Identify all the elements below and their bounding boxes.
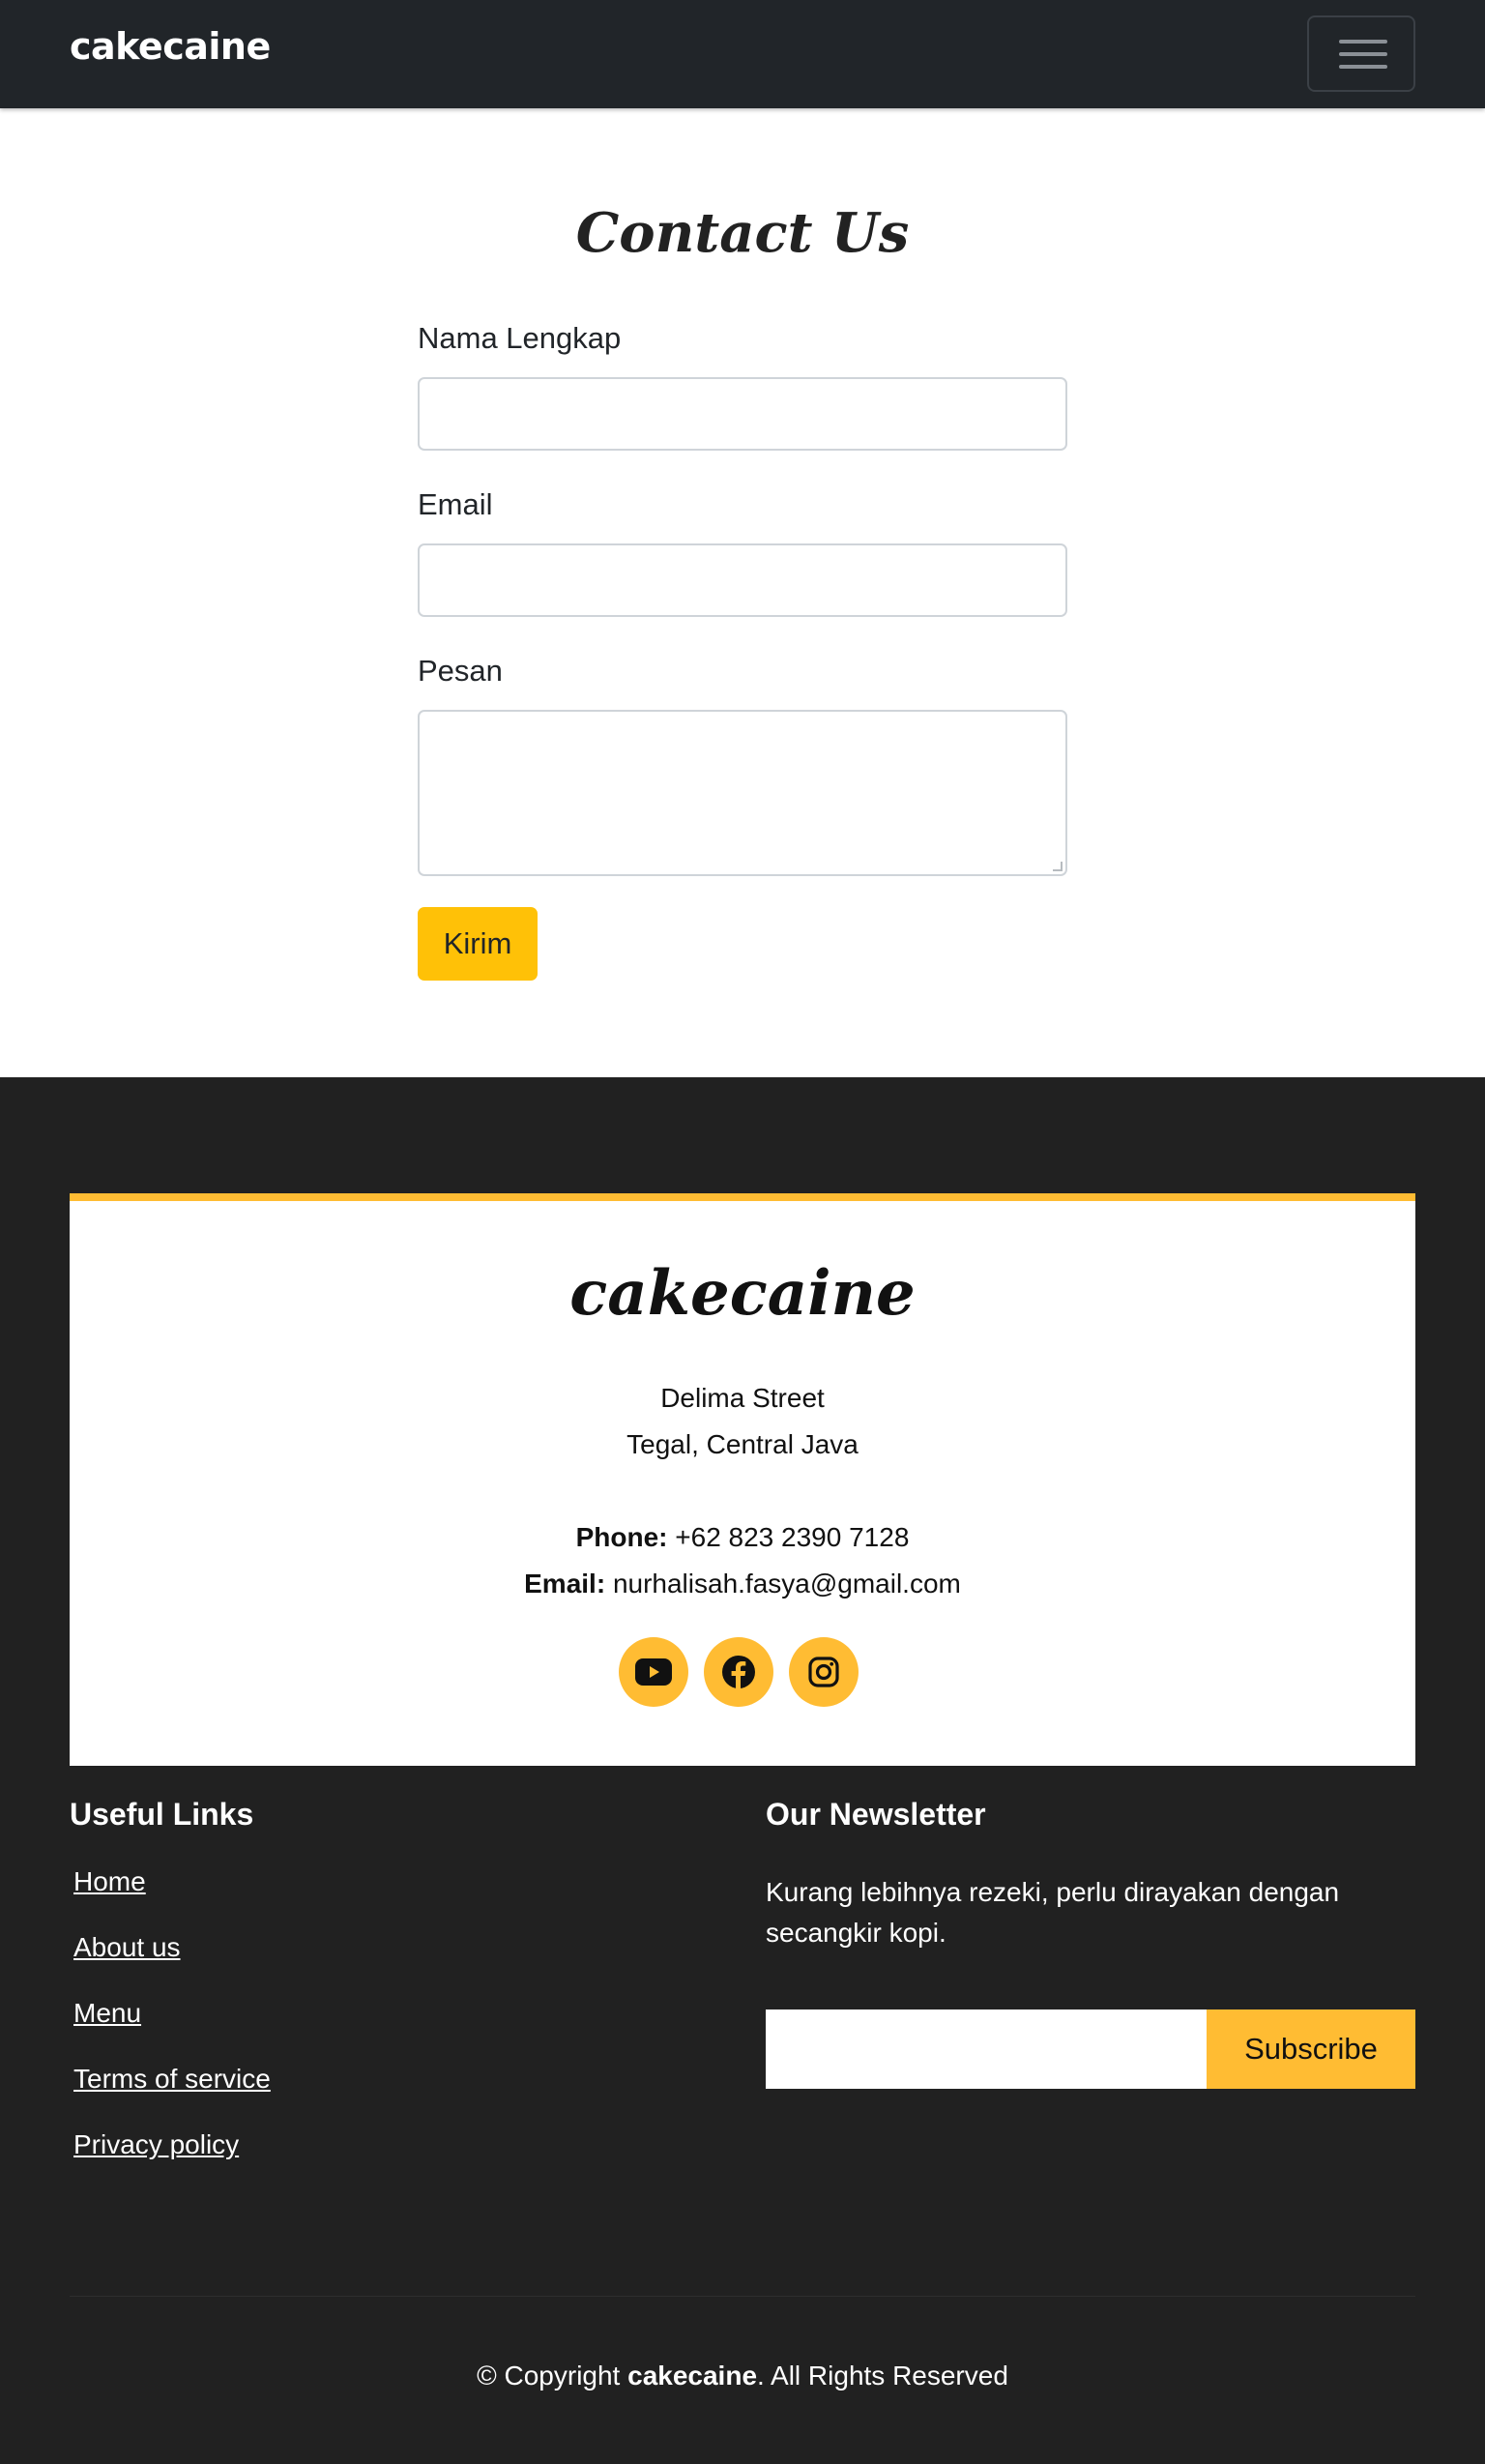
youtube-icon (635, 1658, 672, 1686)
social-links (619, 1637, 859, 1707)
name-label: Nama Lengkap (418, 321, 622, 355)
copyright-brand: cakecaine (627, 2361, 758, 2391)
footer-link-about[interactable]: About us (73, 1932, 181, 1963)
footer-link-privacy[interactable]: Privacy policy (73, 2129, 239, 2160)
youtube-link[interactable] (619, 1637, 688, 1707)
copyright-prefix: © Copyright (477, 2361, 628, 2391)
contact-title: Contact Us (575, 201, 910, 265)
address-line-1: Delima Street (660, 1383, 825, 1413)
menu-toggle-button[interactable] (1307, 15, 1415, 92)
facebook-link[interactable] (704, 1637, 773, 1707)
phone-label: Phone: (575, 1522, 668, 1552)
instagram-link[interactable] (789, 1637, 859, 1707)
newsletter-email-input[interactable] (766, 2009, 1207, 2089)
newsletter-text: Kurang lebihnya rezeki, perlu dirayakan … (766, 1877, 1340, 1948)
instagram-icon (808, 1657, 839, 1687)
footer-divider (70, 2296, 1415, 2297)
facebook-icon (722, 1656, 755, 1689)
email-line: Email: nurhalisah.fasya@gmail.com (0, 1569, 1485, 1599)
email-label: Email (418, 487, 493, 521)
footer-logo: cakecaine (569, 1257, 916, 1330)
phone-value: +62 823 2390 7128 (675, 1522, 910, 1552)
newsletter-title: Our Newsletter (766, 1797, 986, 1832)
email-label-footer: Email: (524, 1569, 606, 1599)
message-textarea[interactable] (418, 710, 1067, 876)
address-line-2: Tegal, Central Java (626, 1429, 859, 1459)
message-label: Pesan (418, 654, 503, 688)
resize-handle[interactable] (1053, 862, 1063, 871)
email-value: nurhalisah.fasya@gmail.com (612, 1569, 961, 1599)
navbar: cakecaine (0, 0, 1485, 108)
submit-button[interactable]: Kirim (418, 907, 538, 981)
useful-links-title: Useful Links (70, 1797, 254, 1832)
brand-logo[interactable]: cakecaine (70, 25, 271, 68)
copyright-suffix: . All Rights Reserved (757, 2361, 1008, 2391)
email-input[interactable] (418, 543, 1067, 617)
copyright: © Copyright cakecaine. All Rights Reserv… (0, 2361, 1485, 2391)
subscribe-button[interactable]: Subscribe (1207, 2009, 1415, 2089)
name-input[interactable] (418, 377, 1067, 451)
footer-link-menu[interactable]: Menu (73, 1998, 141, 2029)
footer-link-terms[interactable]: Terms of service (73, 2064, 271, 2095)
phone-line: Phone: +62 823 2390 7128 (0, 1522, 1485, 1553)
footer-link-home[interactable]: Home (73, 1866, 146, 1897)
